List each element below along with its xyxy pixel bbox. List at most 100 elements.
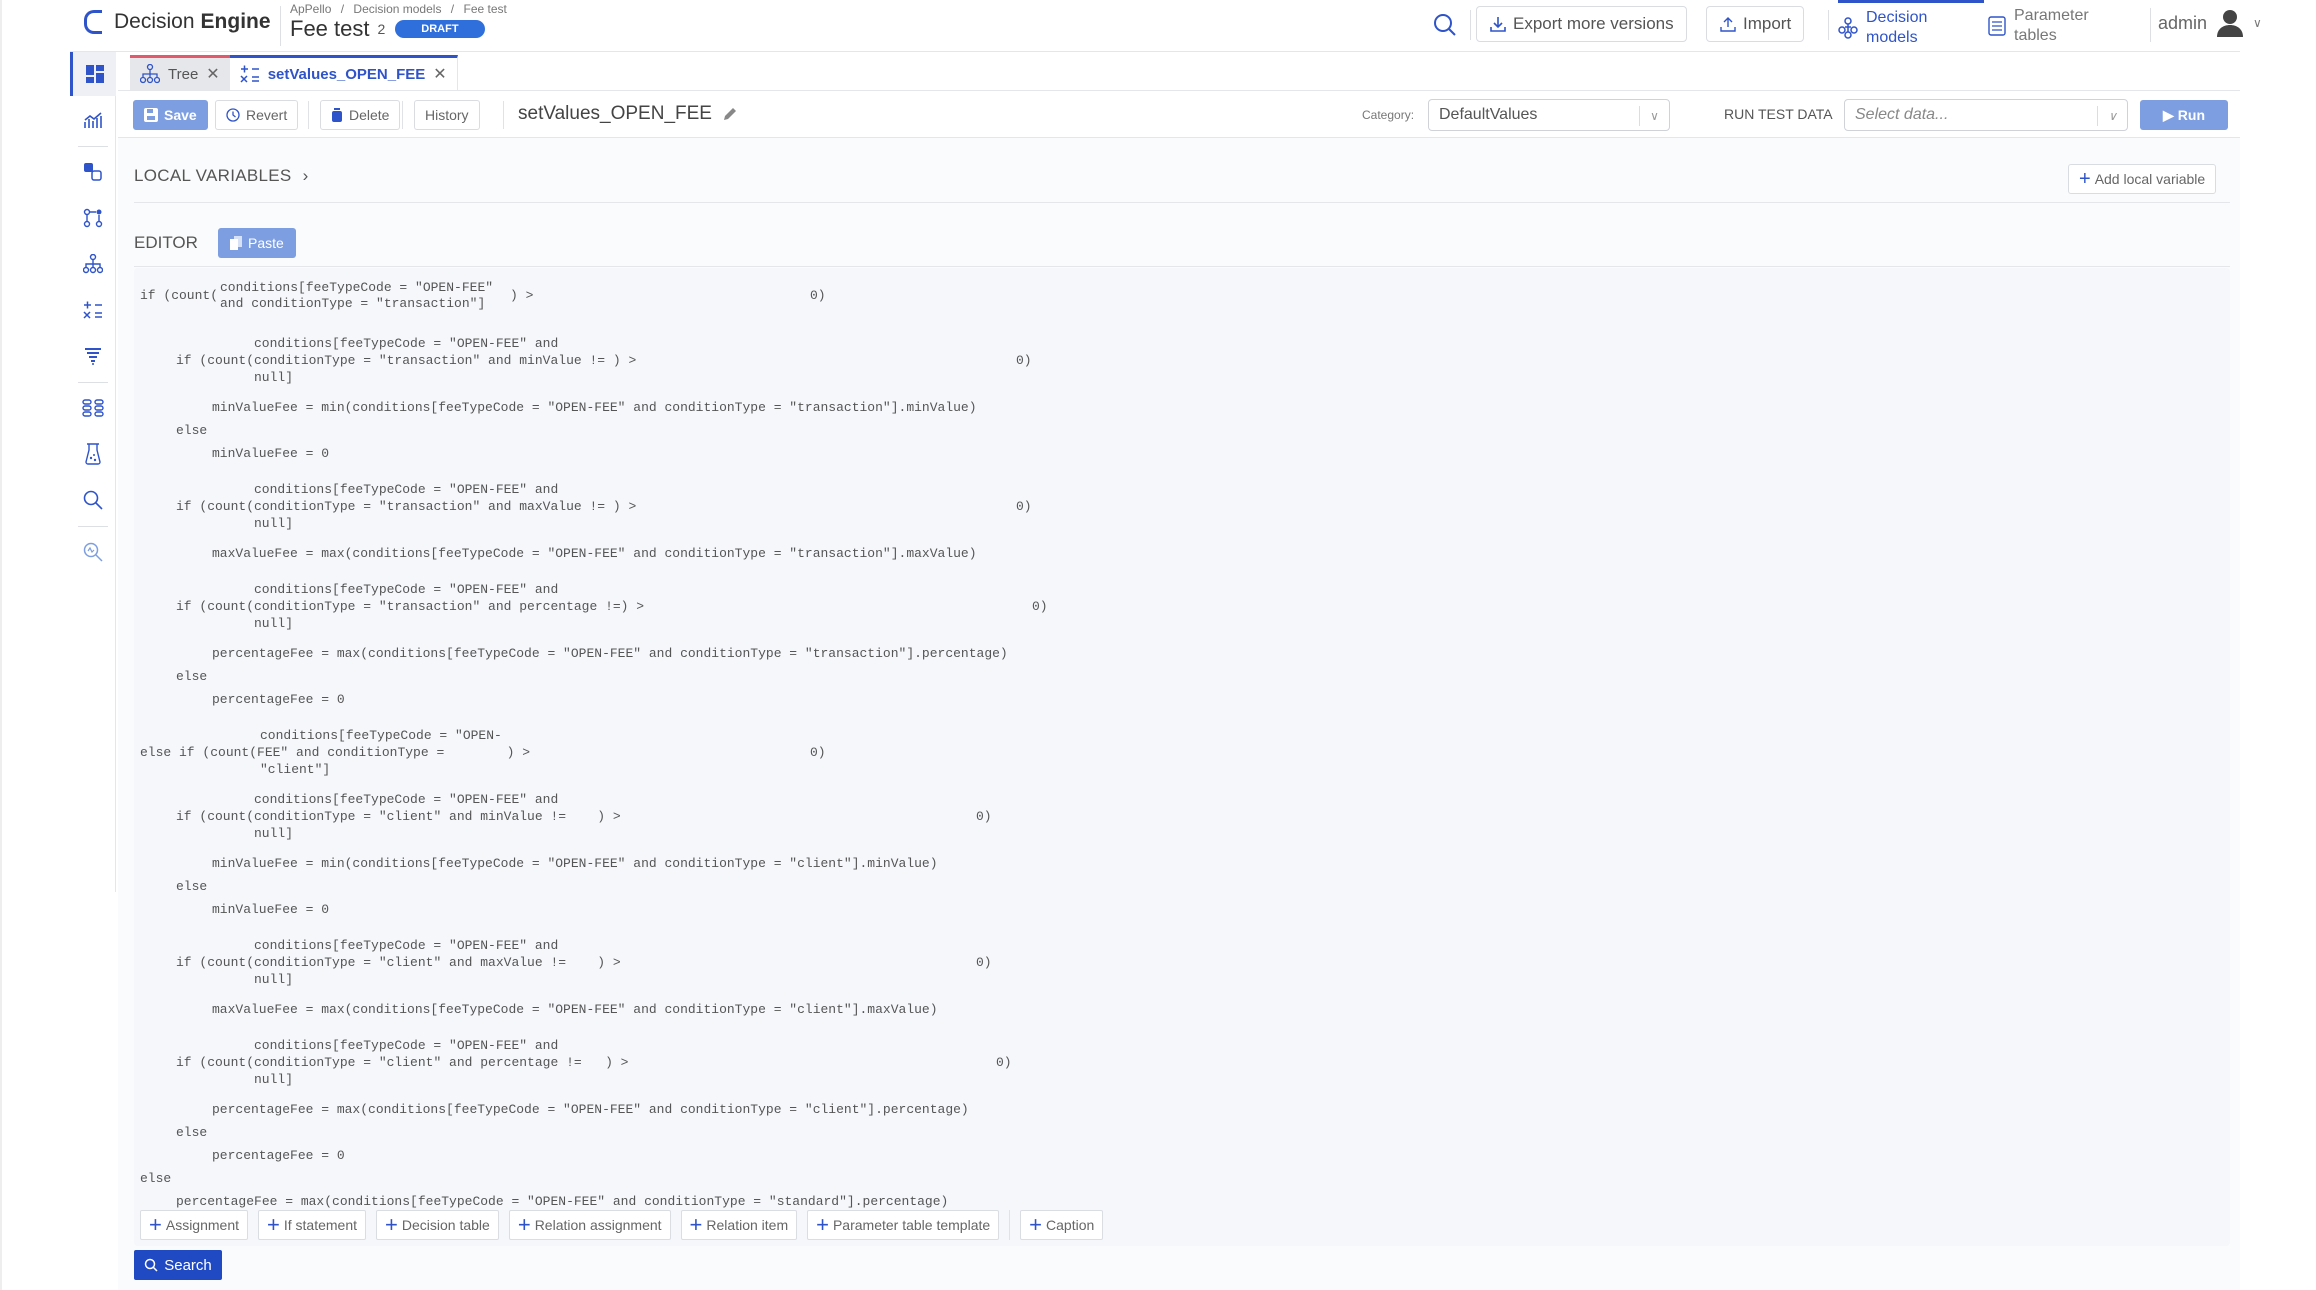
add-button-label: Assignment xyxy=(165,1217,240,1233)
code-statement: minValueFee = 0 xyxy=(212,902,330,917)
app-logo[interactable]: Decision Engine xyxy=(84,10,271,34)
app-name-bold: Engine xyxy=(200,10,271,33)
code-condition-line: if (count(conditionType = "client" and m… xyxy=(176,809,621,824)
add-caption-button[interactable]: + Caption xyxy=(1020,1210,1104,1240)
sidebar-divider xyxy=(78,382,108,383)
close-icon[interactable]: ✕ xyxy=(206,64,219,84)
plus-icon: + xyxy=(517,1212,531,1237)
add-button-label: Decision table xyxy=(401,1217,490,1233)
sidebar-item-test-lab[interactable] xyxy=(70,432,116,476)
add-statement-bar: + Assignment + If statement + Decision tabl… xyxy=(140,1210,1104,1240)
code-value: 0) xyxy=(976,955,992,970)
category-select[interactable]: DefaultValues ∨ xyxy=(1428,99,1670,131)
add-relation-item-button[interactable]: + Relation item xyxy=(680,1210,798,1240)
code-keyword: else xyxy=(176,1125,208,1140)
calculation-icon xyxy=(240,65,259,83)
history-label: History xyxy=(425,107,469,123)
code-statement: minValueFee = min(conditions[feeTypeCode… xyxy=(212,856,938,871)
pencil-icon[interactable] xyxy=(722,106,738,122)
add-button-label: Parameter table template xyxy=(832,1217,991,1233)
history-button[interactable]: History xyxy=(414,100,480,130)
sidebar-item-flows[interactable] xyxy=(70,196,116,240)
nav-parameter-tables[interactable]: Parameter tables xyxy=(1988,0,2089,52)
sidebar-item-dashboard[interactable] xyxy=(70,52,116,96)
flask-icon xyxy=(85,443,101,465)
nav-decision-models[interactable]: Decision models xyxy=(1838,0,1984,52)
sidebar-item-decision-tree[interactable] xyxy=(70,242,116,286)
sidebar-item-filters[interactable] xyxy=(70,334,116,378)
add-decision-table-button[interactable]: + Decision table xyxy=(376,1210,499,1240)
code-condition-line: if (count(conditionType = "transaction" … xyxy=(176,499,637,514)
save-button[interactable]: Save xyxy=(133,100,208,130)
sidebar-item-relations[interactable] xyxy=(70,386,116,430)
code-value: 0) xyxy=(810,288,826,303)
upload-icon xyxy=(1720,17,1736,32)
code-statement: percentageFee = 0 xyxy=(212,692,345,707)
code-condition: conditions[feeTypeCode = "OPEN-FEE" and xyxy=(254,582,559,597)
tab-label: setValues_OPEN_FEE xyxy=(267,65,426,83)
code-operator: ) > xyxy=(510,288,534,303)
import-button[interactable]: Import xyxy=(1706,6,1805,42)
sidebar-item-advanced-search[interactable] xyxy=(70,530,116,574)
chevron-down-icon: ∨ xyxy=(2253,16,2262,30)
code-condition: conditions[feeTypeCode = "OPEN-FEE" and xyxy=(254,1038,559,1053)
code-statement: minValueFee = 0 xyxy=(212,446,330,461)
add-assignment-button[interactable]: + Assignment xyxy=(140,1210,249,1240)
plus-icon: + xyxy=(267,1212,280,1237)
user-menu[interactable]: admin ∨ xyxy=(2158,8,2262,38)
search-button[interactable]: Search xyxy=(134,1250,222,1280)
tab-tree[interactable]: Tree ✕ xyxy=(130,55,230,90)
sidebar-item-analytics[interactable] xyxy=(70,98,116,142)
breadcrumb-item[interactable]: Decision models xyxy=(353,2,441,16)
run-button[interactable]: ▶ Run xyxy=(2140,100,2228,130)
code-value: 0) xyxy=(996,1055,1012,1070)
code-keyword: else xyxy=(176,879,208,894)
nav-label-line1: Decision xyxy=(1866,8,1928,26)
plus-icon: + xyxy=(2079,168,2091,190)
delete-button[interactable]: Delete xyxy=(320,100,401,130)
sidebar-item-search[interactable] xyxy=(70,478,116,522)
paste-button[interactable]: Paste xyxy=(218,228,296,258)
breadcrumb-item[interactable]: ApPello xyxy=(290,2,331,16)
section-divider xyxy=(134,202,2230,203)
app: Decision Engine ApPello / Decision model… xyxy=(0,0,2316,1290)
code-condition: and conditionType = "transaction"] xyxy=(220,296,486,311)
delete-label: Delete xyxy=(349,107,390,123)
search-icon xyxy=(144,1258,158,1272)
sidebar-item-calculations[interactable] xyxy=(70,288,116,332)
code-condition-line: if (count(conditionType = "transaction" … xyxy=(176,599,645,614)
add-if-statement-button[interactable]: + If statement xyxy=(258,1210,367,1240)
code-keyword: if (count( xyxy=(140,288,219,303)
test-data-select[interactable]: Select data... ∨ xyxy=(1844,99,2128,131)
add-local-variable-button[interactable]: + Add local variable xyxy=(2068,164,2217,194)
code-keyword: else xyxy=(140,1171,172,1186)
code-value: 0) xyxy=(1016,353,1032,368)
code-condition: null] xyxy=(254,616,294,631)
sidebar-divider xyxy=(78,146,108,147)
code-condition: conditions[feeTypeCode = "OPEN-FEE" and xyxy=(254,792,559,807)
category-label: Category: xyxy=(1362,108,1415,122)
code-condition-line: else if (count(FEE" and conditionType = … xyxy=(140,745,531,760)
code-keyword: else xyxy=(176,669,208,684)
revert-button[interactable]: Revert xyxy=(215,100,299,130)
calculation-icon xyxy=(83,301,102,319)
header-search-button[interactable] xyxy=(1432,12,1458,38)
sidebar-item-data-objects[interactable] xyxy=(70,150,116,194)
code-editor[interactable]: conditions[feeTypeCode = "OPEN-FEE" if (c… xyxy=(134,268,2230,1246)
tree-icon xyxy=(140,64,160,84)
element-toolbar: Save Revert Delete History setValues_OPE… xyxy=(118,90,2240,138)
add-relation-assignment-button[interactable]: + Relation assignment xyxy=(508,1210,671,1240)
revert-label: Revert xyxy=(246,107,288,123)
editor-label: EDITOR xyxy=(134,233,198,252)
plus-icon: + xyxy=(385,1212,398,1237)
close-icon[interactable]: ✕ xyxy=(433,64,446,84)
add-parameter-table-template-button[interactable]: + Parameter table template xyxy=(807,1210,1000,1240)
export-more-versions-button[interactable]: Export more versions xyxy=(1476,6,1687,42)
header-divider xyxy=(2150,8,2151,42)
search-icon xyxy=(83,490,103,510)
tab-setvalues-open-fee[interactable]: setValues_OPEN_FEE ✕ xyxy=(229,55,458,90)
local-variables-toggle[interactable]: LOCAL VARIABLES › xyxy=(134,166,309,186)
code-condition: null] xyxy=(254,826,294,841)
code-value: 0) xyxy=(810,745,826,760)
code-condition-line: if (count(conditionType = "client" and m… xyxy=(176,955,621,970)
